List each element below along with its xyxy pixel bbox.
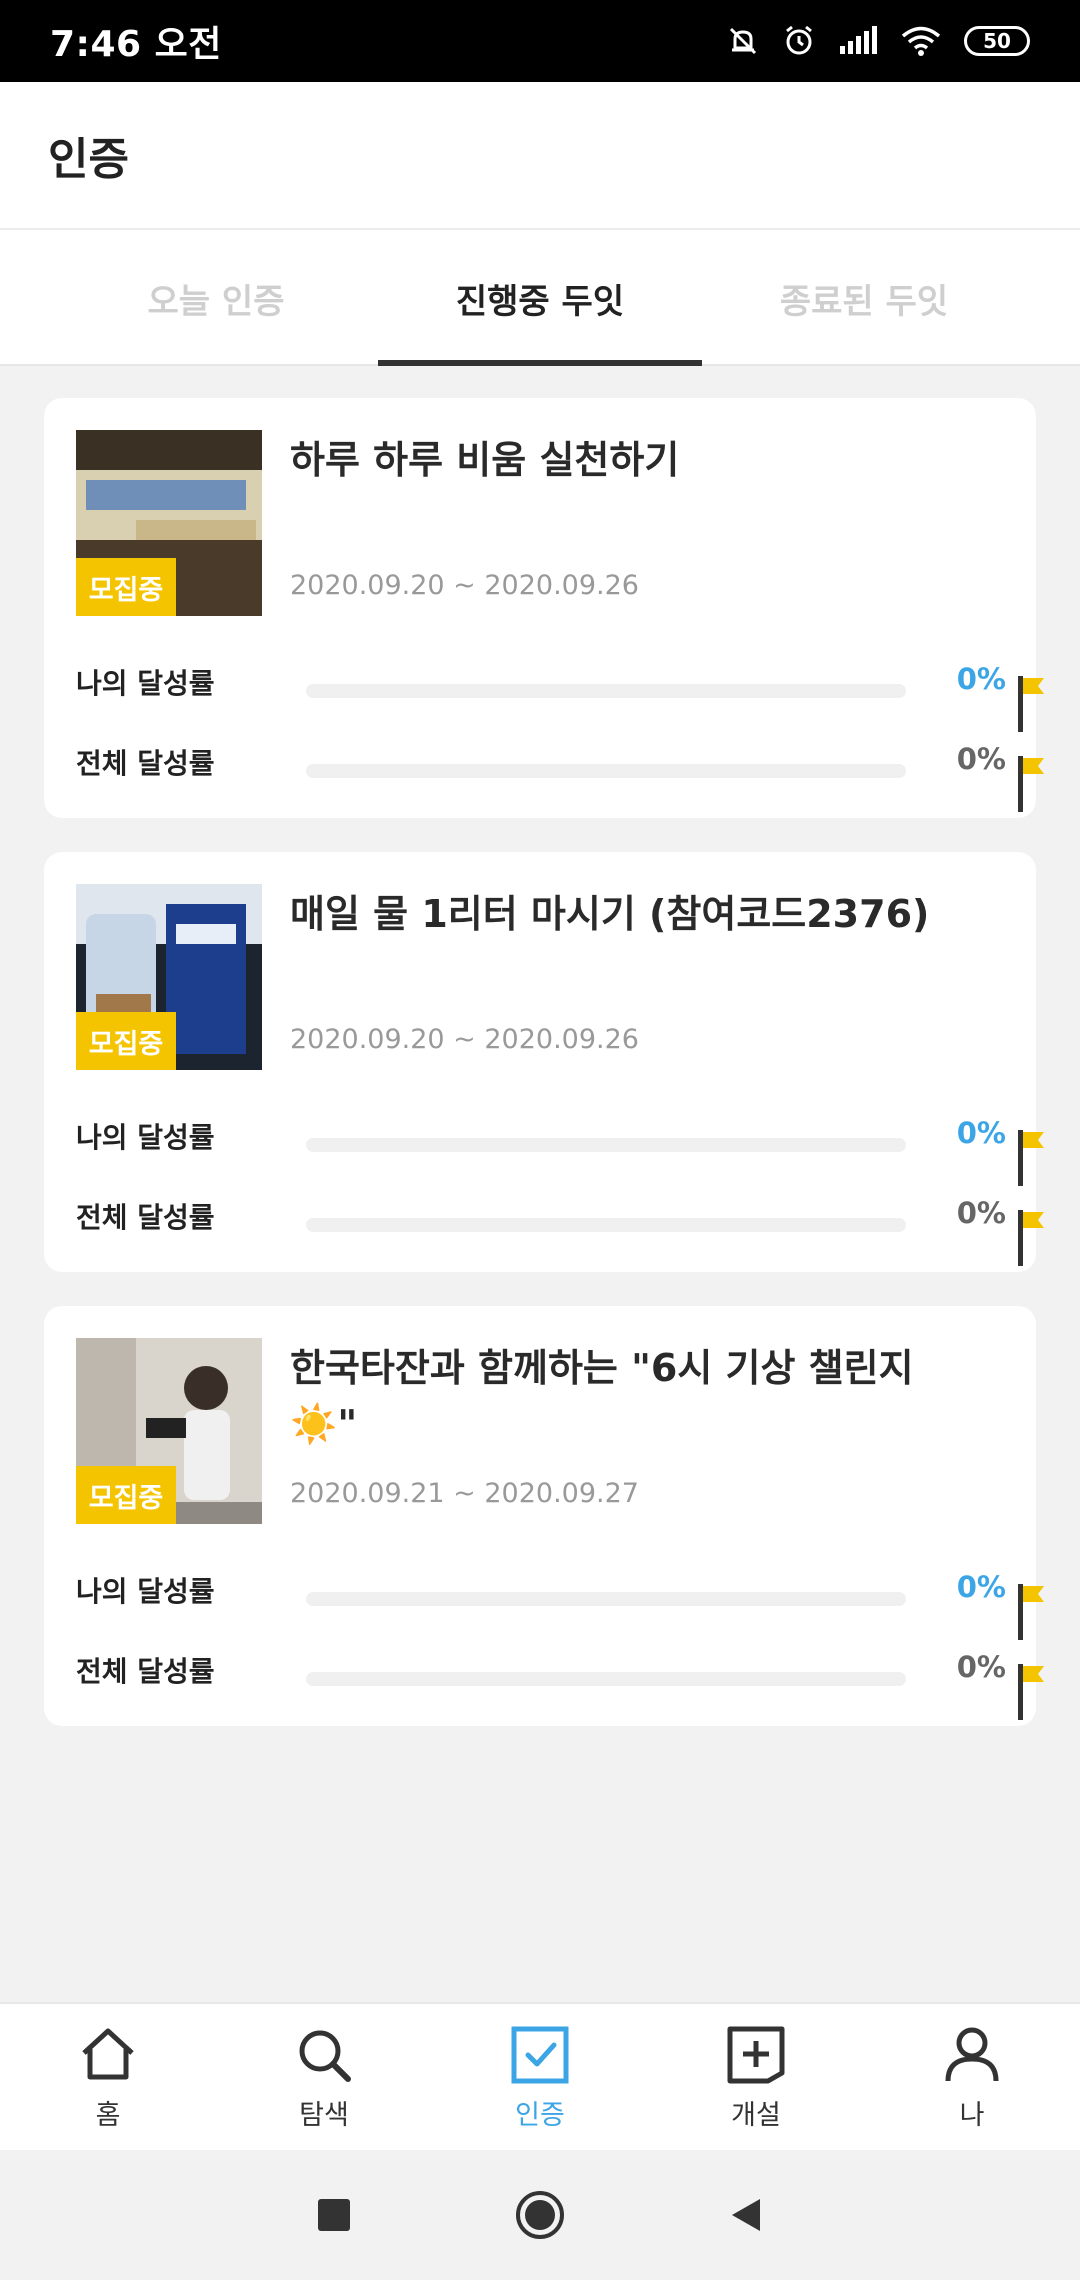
tab-today[interactable]: 오늘 인증 <box>54 230 378 366</box>
challenge-title: 하루 하루 비움 실천하기 <box>290 438 680 482</box>
app-header: 인증 <box>0 82 1080 230</box>
challenge-dates: 2020.09.21 ~ 2020.09.27 <box>290 1478 639 1509</box>
challenge-thumbnail: 모집중 <box>76 884 262 1070</box>
signal-icon <box>840 26 877 54</box>
recent-apps-icon[interactable] <box>314 2195 354 2235</box>
my-progress-bar <box>306 1584 1044 1640</box>
goal-flag-icon <box>1018 1130 1044 1186</box>
challenge-thumbnail: 모집중 <box>76 430 262 616</box>
goal-flag-icon <box>1018 1584 1044 1640</box>
mute-bell-icon <box>729 27 757 55</box>
my-rate-row: 나의 달성률 0% <box>76 1104 1044 1186</box>
status-time: 7:46 오전 <box>50 24 222 65</box>
total-progress-bar <box>306 756 1044 812</box>
my-progress-bar <box>306 676 1044 732</box>
total-rate-label: 전체 달성률 <box>76 747 215 780</box>
bottom-nav: 홈 탐색 인증 개설 나 <box>0 2002 1080 2150</box>
goal-flag-icon <box>1018 676 1044 732</box>
my-rate-value: 0% <box>956 662 1006 696</box>
my-rate-row: 나의 달성률 0% <box>76 1558 1044 1640</box>
alarm-icon <box>786 25 812 55</box>
nav-search-label: 탐색 <box>299 2099 349 2131</box>
total-rate-label: 전체 달성률 <box>76 1201 215 1234</box>
challenge-card[interactable]: 모집중 한국타잔과 함께하는 "6시 기상 챌린지 ☀️" 2020.09.21… <box>44 1306 1044 1726</box>
goal-flag-icon <box>1018 1664 1044 1720</box>
tab-bar: 오늘 인증 진행중 두잇 종료된 두잇 <box>0 230 1080 366</box>
challenge-title: 한국타잔과 함께하는 "6시 기상 챌린지 ☀️" <box>290 1346 914 1446</box>
tab-ended[interactable]: 종료된 두잇 <box>702 230 1026 366</box>
my-rate-label: 나의 달성률 <box>76 667 215 700</box>
total-progress-bar <box>306 1210 1044 1266</box>
total-rate-value: 0% <box>956 1650 1006 1684</box>
nav-search[interactable]: 탐색 <box>216 2004 432 2150</box>
goal-flag-icon <box>1018 1210 1044 1266</box>
status-bar: 7:46 오전 50 <box>0 0 1080 82</box>
back-icon[interactable] <box>726 2195 766 2235</box>
my-rate-row: 나의 달성률 0% <box>76 650 1044 732</box>
person-icon <box>945 2027 999 2081</box>
my-rate-value: 0% <box>956 1116 1006 1150</box>
battery-indicator: 50 <box>964 26 1030 56</box>
challenge-dates: 2020.09.20 ~ 2020.09.26 <box>290 1024 639 1055</box>
my-rate-label: 나의 달성률 <box>76 1575 215 1608</box>
system-nav-bar <box>0 2150 1080 2280</box>
add-square-icon <box>727 2026 785 2083</box>
challenge-dates: 2020.09.20 ~ 2020.09.26 <box>290 570 639 601</box>
total-rate-label: 전체 달성률 <box>76 1655 215 1688</box>
check-square-icon <box>511 2026 569 2083</box>
nav-create[interactable]: 개설 <box>648 2004 864 2150</box>
challenge-card[interactable]: 모집중 하루 하루 비움 실천하기 2020.09.20 ~ 2020.09.2… <box>44 398 1044 818</box>
total-rate-row: 전체 달성률 0% <box>76 730 1044 812</box>
challenge-thumbnail: 모집중 <box>76 1338 262 1524</box>
total-rate-row: 전체 달성률 0% <box>76 1184 1044 1266</box>
nav-verify-label: 인증 <box>515 2099 565 2131</box>
nav-home[interactable]: 홈 <box>0 2004 216 2150</box>
home-button-icon[interactable] <box>514 2189 566 2241</box>
wifi-icon <box>901 26 941 56</box>
nav-create-label: 개설 <box>731 2099 781 2131</box>
recruiting-badge: 모집중 <box>76 1012 176 1070</box>
challenge-card[interactable]: 모집중 매일 물 1리터 마시기 (참여코드2376) 2020.09.20 ~… <box>44 852 1044 1272</box>
my-rate-label: 나의 달성률 <box>76 1121 215 1154</box>
recruiting-badge: 모집중 <box>76 558 176 616</box>
total-progress-bar <box>306 1664 1044 1720</box>
nav-me[interactable]: 나 <box>864 2004 1080 2150</box>
status-icons: 50 <box>726 24 1030 58</box>
nav-me-label: 나 <box>959 2099 985 2131</box>
total-rate-value: 0% <box>956 1196 1006 1230</box>
total-rate-row: 전체 달성률 0% <box>76 1638 1044 1720</box>
my-progress-bar <box>306 1130 1044 1186</box>
challenge-title: 매일 물 1리터 마시기 (참여코드2376) <box>290 892 930 936</box>
my-rate-value: 0% <box>956 1570 1006 1604</box>
total-rate-value: 0% <box>956 742 1006 776</box>
search-icon <box>299 2030 351 2082</box>
tab-in-progress[interactable]: 진행중 두잇 <box>378 230 702 366</box>
active-tab-indicator <box>378 360 702 366</box>
nav-home-label: 홈 <box>95 2099 121 2131</box>
goal-flag-icon <box>1018 756 1044 812</box>
home-icon <box>82 2028 134 2079</box>
nav-verify[interactable]: 인증 <box>432 2004 648 2150</box>
recruiting-badge: 모집중 <box>76 1466 176 1524</box>
page-title: 인증 <box>48 134 129 185</box>
